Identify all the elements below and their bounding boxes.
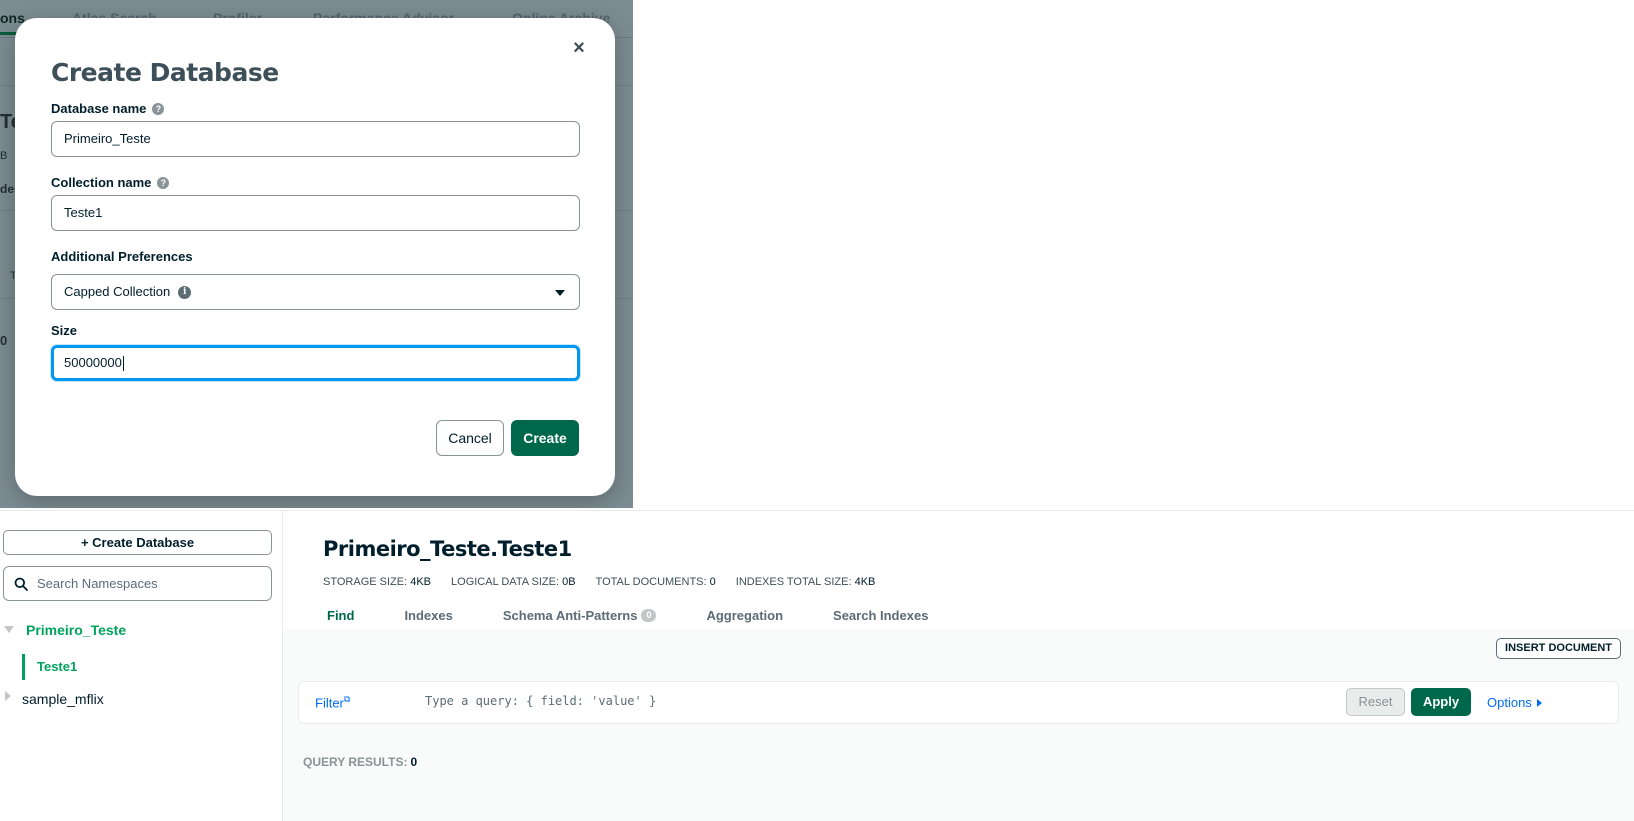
stat-key: STORAGE SIZE: bbox=[323, 576, 408, 588]
additional-preferences-label: Additional Preferences bbox=[51, 249, 193, 264]
sidebar-item-primeiro-teste[interactable]: Primeiro_Teste bbox=[26, 622, 126, 638]
stat-total-documents: TOTAL DOCUMENTS: 0 bbox=[596, 576, 716, 588]
create-button[interactable]: Create bbox=[511, 420, 579, 456]
database-name-label: Database name ? bbox=[51, 101, 165, 116]
tab-schema-anti-patterns-label: Schema Anti-Patterns bbox=[502, 608, 638, 623]
create-database-button[interactable]: + Create Database bbox=[3, 530, 272, 555]
search-namespaces-input[interactable] bbox=[37, 576, 257, 591]
stat-value: 4KB bbox=[410, 576, 432, 588]
external-link-icon: ⧉ bbox=[343, 694, 351, 704]
cancel-button[interactable]: Cancel bbox=[436, 420, 504, 456]
options-toggle[interactable]: Options bbox=[1487, 695, 1542, 710]
tab-search-indexes[interactable]: Search Indexes bbox=[833, 608, 928, 623]
database-name-input[interactable]: Primeiro_Teste bbox=[51, 121, 580, 157]
modal-screenshot-panel: ons Atlas Search Profiler Performance Ad… bbox=[0, 0, 633, 508]
size-input[interactable]: 50000000 bbox=[51, 345, 580, 381]
collection-stats: STORAGE SIZE: 4KB LOGICAL DATA SIZE: 0B … bbox=[323, 576, 875, 588]
query-results-count: 0 bbox=[410, 755, 418, 769]
caret-right-icon[interactable] bbox=[5, 691, 11, 701]
preferences-select[interactable]: Capped Collection i bbox=[51, 274, 580, 310]
options-label: Options bbox=[1487, 695, 1532, 710]
modal-title: Create Database bbox=[51, 58, 279, 87]
apply-button[interactable]: Apply bbox=[1411, 688, 1471, 716]
close-icon[interactable]: × bbox=[569, 38, 589, 58]
tab-indexes[interactable]: Indexes bbox=[404, 608, 452, 623]
collection-tabs: Find Indexes Schema Anti-Patterns 0 Aggr… bbox=[327, 608, 978, 623]
search-icon bbox=[14, 577, 28, 591]
preferences-selected-value: Capped Collection bbox=[64, 284, 171, 299]
stat-logical-data-size: LOGICAL DATA SIZE: 0B bbox=[451, 576, 576, 588]
filter-label: Filter bbox=[315, 695, 344, 711]
insert-document-button[interactable]: INSERT DOCUMENT bbox=[1496, 638, 1621, 659]
query-bar: Filter⧉ Reset Apply Options bbox=[298, 681, 1619, 724]
collection-main: Primeiro_Teste.Teste1 STORAGE SIZE: 4KB … bbox=[284, 511, 1634, 821]
database-name-label-text: Database name bbox=[51, 101, 147, 116]
create-database-modal: × Create Database Database name ? Primei… bbox=[15, 18, 615, 496]
stat-key: TOTAL DOCUMENTS: bbox=[595, 576, 707, 588]
help-icon[interactable]: ? bbox=[152, 102, 165, 115]
collection-name-label-text: Collection name bbox=[51, 175, 152, 190]
help-icon[interactable]: ? bbox=[157, 176, 170, 189]
tab-schema-anti-patterns[interactable]: Schema Anti-Patterns 0 bbox=[503, 608, 657, 623]
caret-down-icon[interactable] bbox=[4, 626, 14, 633]
background-size-fragment: B bbox=[0, 150, 8, 162]
query-results: QUERY RESULTS: 0 bbox=[303, 755, 417, 769]
collection-name-label: Collection name ? bbox=[51, 175, 170, 190]
reset-button[interactable]: Reset bbox=[1346, 688, 1405, 716]
stat-key: LOGICAL DATA SIZE: bbox=[451, 576, 560, 588]
query-input[interactable] bbox=[425, 694, 1325, 708]
sidebar-item-sample-mflix[interactable]: sample_mflix bbox=[22, 691, 104, 707]
count-badge: 0 bbox=[641, 609, 657, 622]
stat-value: 4KB bbox=[854, 576, 876, 588]
stat-storage-size: STORAGE SIZE: 4KB bbox=[323, 576, 431, 588]
stat-value: 0 bbox=[709, 576, 716, 588]
tab-aggregation[interactable]: Aggregation bbox=[706, 608, 783, 623]
info-icon[interactable]: i bbox=[178, 285, 192, 299]
active-collection-indicator bbox=[22, 654, 25, 680]
search-namespaces-box[interactable] bbox=[3, 566, 272, 601]
stat-value: 0B bbox=[562, 576, 576, 588]
filter-link[interactable]: Filter⧉ bbox=[315, 694, 350, 710]
sidebar: + Create Database Primeiro_Teste Teste1 … bbox=[0, 511, 283, 821]
size-label: Size bbox=[51, 323, 77, 338]
caret-right-icon bbox=[1536, 698, 1542, 707]
background-count-fragment: 0 bbox=[0, 333, 8, 348]
query-results-label: QUERY RESULTS: bbox=[303, 755, 408, 769]
compass-screenshot-panel: + Create Database Primeiro_Teste Teste1 … bbox=[0, 510, 1634, 821]
collection-name-input[interactable]: Teste1 bbox=[51, 195, 580, 231]
chevron-down-icon bbox=[555, 290, 565, 296]
size-input-value: 50000000 bbox=[64, 355, 122, 370]
tab-find[interactable]: Find bbox=[327, 608, 354, 623]
documents-area: INSERT DOCUMENT Filter⧉ Reset Apply Opti… bbox=[284, 629, 1634, 821]
additional-preferences-label-text: Additional Preferences bbox=[51, 249, 193, 264]
text-caret bbox=[122, 356, 124, 372]
stat-indexes-total-size: INDEXES TOTAL SIZE: 4KB bbox=[736, 576, 876, 588]
namespace-title: Primeiro_Teste.Teste1 bbox=[323, 537, 572, 561]
size-label-text: Size bbox=[51, 323, 78, 338]
sidebar-item-teste1[interactable]: Teste1 bbox=[37, 659, 77, 674]
stat-key: INDEXES TOTAL SIZE: bbox=[735, 576, 852, 588]
